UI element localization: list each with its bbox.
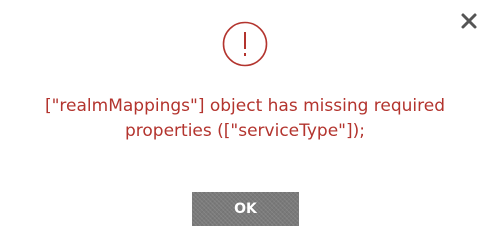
ok-button[interactable]: OK [192, 192, 299, 226]
close-button[interactable] [460, 12, 478, 30]
error-message: ["realmMappings"] object has missing req… [44, 96, 446, 141]
error-dialog: ["realmMappings"] object has missing req… [0, 0, 490, 249]
close-icon[interactable] [460, 12, 478, 30]
exclamation-circle-icon [221, 20, 269, 68]
